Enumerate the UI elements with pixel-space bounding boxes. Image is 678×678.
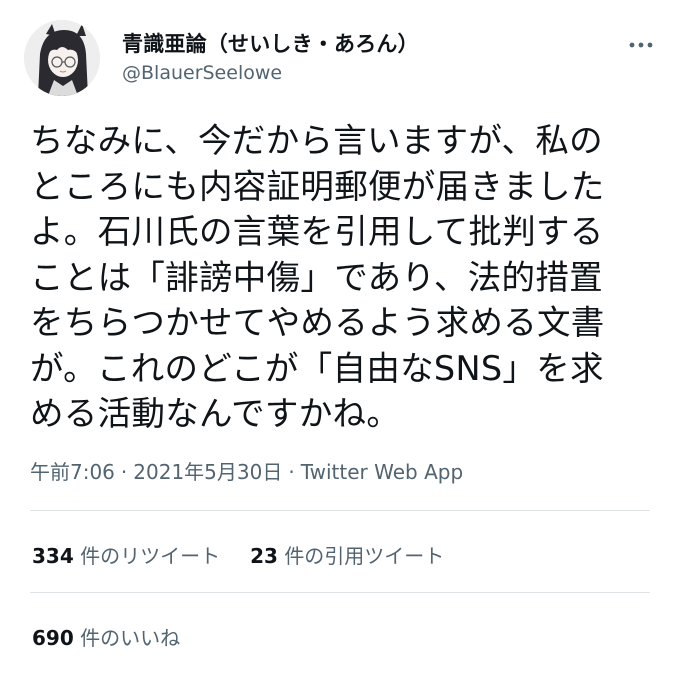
tweet-text-line: ところにも内容証明郵便が届きました bbox=[30, 166, 605, 206]
retweets-label: 件のリツイート bbox=[80, 544, 221, 568]
tweet-text-line: をちらつかせてやめるよう求める文書 bbox=[30, 303, 605, 342]
username-handle[interactable]: @BlauerSeelowe bbox=[122, 62, 282, 84]
retweets-count: 334 bbox=[32, 544, 74, 568]
tweet-card: 青識亜論（せいしき・あろん） @BlauerSeelowe ちなみに、今だから言… bbox=[0, 0, 678, 678]
divider bbox=[30, 592, 650, 593]
likes-stats-row: 690 件のいいね bbox=[32, 622, 180, 651]
quotes-label: 件の引用ツイート bbox=[284, 544, 445, 568]
display-name[interactable]: 青識亜論（せいしき・あろん） bbox=[122, 28, 419, 58]
likes-stat[interactable]: 690 件のいいね bbox=[32, 626, 180, 650]
likes-label: 件のいいね bbox=[80, 626, 181, 650]
tweet-text-line: める活動なんですかね。 bbox=[30, 394, 401, 433]
tweet-text-line: ことは「誹謗中傷」であり、法的措置 bbox=[30, 257, 603, 297]
likes-count: 690 bbox=[32, 626, 74, 650]
tweet-source[interactable]: Twitter Web App bbox=[301, 460, 463, 484]
tweet-time[interactable]: 午前7:06 bbox=[30, 460, 115, 484]
tweet-text: ちなみに、今だから言いますが、私の ところにも内容証明郵便が届きました よ。石川… bbox=[30, 118, 660, 437]
tweet-date[interactable]: 2021年5月30日 bbox=[133, 460, 282, 484]
engagement-stats-row: 334 件のリツイート 23 件の引用ツイート bbox=[32, 540, 444, 569]
more-options-button[interactable] bbox=[624, 30, 658, 60]
tweet-text-line: ちなみに、今だから言いますが、私の bbox=[30, 121, 603, 160]
quotes-count: 23 bbox=[250, 544, 278, 568]
avatar-illustration bbox=[24, 20, 100, 96]
divider bbox=[30, 510, 650, 511]
quotes-stat[interactable]: 23 件の引用ツイート bbox=[250, 544, 444, 568]
meta-separator: · bbox=[288, 460, 295, 484]
meta-separator: · bbox=[120, 460, 128, 484]
tweet-text-line: よ。石川氏の言葉を引用して批判する bbox=[30, 212, 604, 251]
retweets-stat[interactable]: 334 件のリツイート bbox=[32, 544, 220, 568]
tweet-meta: 午前7:06 · 2021年5月30日 · Twitter Web App bbox=[30, 456, 463, 485]
tweet-text-line: が。これのどこが「自由なSNS」を求 bbox=[30, 348, 604, 388]
more-horizontal-icon bbox=[629, 42, 653, 48]
avatar[interactable] bbox=[24, 20, 100, 96]
